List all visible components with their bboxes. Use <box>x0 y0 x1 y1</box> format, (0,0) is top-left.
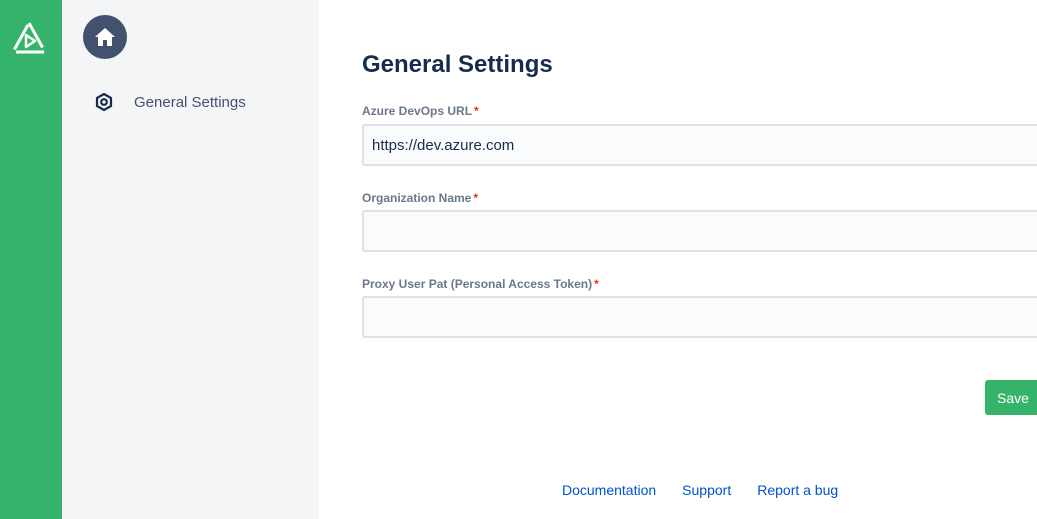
report-bug-link[interactable]: Report a bug <box>757 482 838 498</box>
footer-links: Documentation Support Report a bug <box>562 482 838 498</box>
home-icon <box>95 28 115 46</box>
navigation-panel: General Settings <box>62 0 319 519</box>
app-rail <box>0 0 62 519</box>
label-text: Organization Name <box>362 191 472 205</box>
organization-name-input[interactable] <box>362 210 1037 252</box>
label-text: Proxy User Pat (Personal Access Token) <box>362 277 593 291</box>
azure-devops-url-input[interactable] <box>362 124 1037 166</box>
triangle-play-logo-icon[interactable] <box>11 21 47 55</box>
sidebar-item-label: General Settings <box>134 93 246 111</box>
organization-name-label: Organization Name * <box>362 191 478 205</box>
label-text: Azure DevOps URL <box>362 104 473 118</box>
save-button[interactable]: Save <box>985 380 1037 415</box>
proxy-user-pat-input[interactable] <box>362 296 1037 338</box>
hexagon-gear-icon <box>94 92 114 112</box>
required-marker: * <box>474 104 479 118</box>
sidebar-item-general-settings[interactable]: General Settings <box>94 90 246 114</box>
support-link[interactable]: Support <box>682 482 731 498</box>
required-marker: * <box>594 277 599 291</box>
required-marker: * <box>473 191 479 205</box>
main-content: General Settings Azure DevOps URL* Organ… <box>319 0 1037 519</box>
page-title: General Settings <box>362 51 553 78</box>
home-button[interactable] <box>83 15 127 59</box>
proxy-user-pat-label: Proxy User Pat (Personal Access Token) * <box>362 277 599 291</box>
azure-devops-url-label: Azure DevOps URL * <box>362 104 479 118</box>
documentation-link[interactable]: Documentation <box>562 482 656 498</box>
